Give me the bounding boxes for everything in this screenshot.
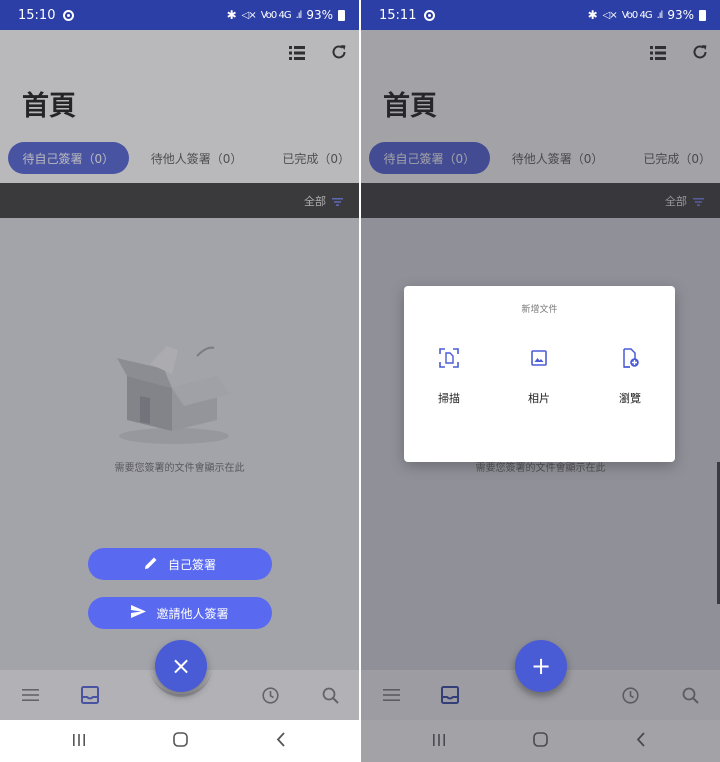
recent-apps-icon[interactable] xyxy=(72,732,86,751)
close-fab-button[interactable]: × xyxy=(155,640,207,692)
battery-icon xyxy=(699,9,706,21)
photo-option[interactable]: 相片 xyxy=(509,348,569,406)
status-bar: 15:11 ✱ ◁× Vo0 4G .ıl 93% xyxy=(361,0,720,30)
mute-icon: ◁× xyxy=(602,9,618,21)
browse-label: 瀏覽 xyxy=(619,392,641,405)
network-label: Vo0 4G xyxy=(621,9,653,21)
screen-add-document-dialog: 15:11 ✱ ◁× Vo0 4G .ıl 93% 首頁 待自己簽署（0） 待他… xyxy=(361,0,720,762)
send-icon xyxy=(131,605,147,621)
status-app-icon xyxy=(424,9,436,21)
status-time: 15:10 xyxy=(18,7,56,23)
plus-icon: + xyxy=(530,652,552,680)
bluetooth-icon: ✱ xyxy=(587,8,598,22)
back-icon[interactable] xyxy=(276,732,286,751)
photo-label: 相片 xyxy=(528,392,550,405)
scan-label: 掃描 xyxy=(438,392,460,405)
bluetooth-icon: ✱ xyxy=(226,8,237,22)
dialog-title: 新增文件 xyxy=(521,305,558,315)
invite-sign-label: 邀請他人簽署 xyxy=(156,606,229,621)
pencil-icon xyxy=(144,556,158,573)
status-bar: 15:10 ✱ ◁× Vo0 4G .ıl 93% xyxy=(0,0,359,30)
add-document-dialog: 新增文件 掃描 相片 瀏覽 xyxy=(404,286,675,462)
system-navigation-bar xyxy=(0,720,359,762)
invite-sign-button[interactable]: 邀請他人簽署 xyxy=(88,597,272,629)
signal-icon: .ıl xyxy=(295,9,303,21)
close-icon: × xyxy=(170,652,192,680)
home-icon[interactable] xyxy=(173,732,188,751)
scan-icon xyxy=(439,348,459,372)
battery-icon xyxy=(338,9,345,21)
mute-icon: ◁× xyxy=(241,9,257,21)
photo-icon xyxy=(529,348,549,372)
status-app-icon xyxy=(63,9,75,21)
battery-label: 93% xyxy=(306,8,333,22)
self-sign-label: 自己簽署 xyxy=(167,557,216,572)
network-label: Vo0 4G xyxy=(260,9,292,21)
add-fab-button[interactable]: + xyxy=(515,640,567,692)
signal-icon: .ıl xyxy=(656,9,664,21)
browse-file-icon xyxy=(620,348,640,372)
battery-label: 93% xyxy=(667,8,694,22)
status-time: 15:11 xyxy=(379,7,417,23)
scan-option[interactable]: 掃描 xyxy=(419,348,479,406)
browse-option[interactable]: 瀏覽 xyxy=(600,348,660,406)
screen-fab-expanded: 15:10 ✱ ◁× Vo0 4G .ıl 93% 首頁 待自己簽署（0） 待他… xyxy=(0,0,359,762)
self-sign-button[interactable]: 自己簽署 xyxy=(88,548,272,580)
